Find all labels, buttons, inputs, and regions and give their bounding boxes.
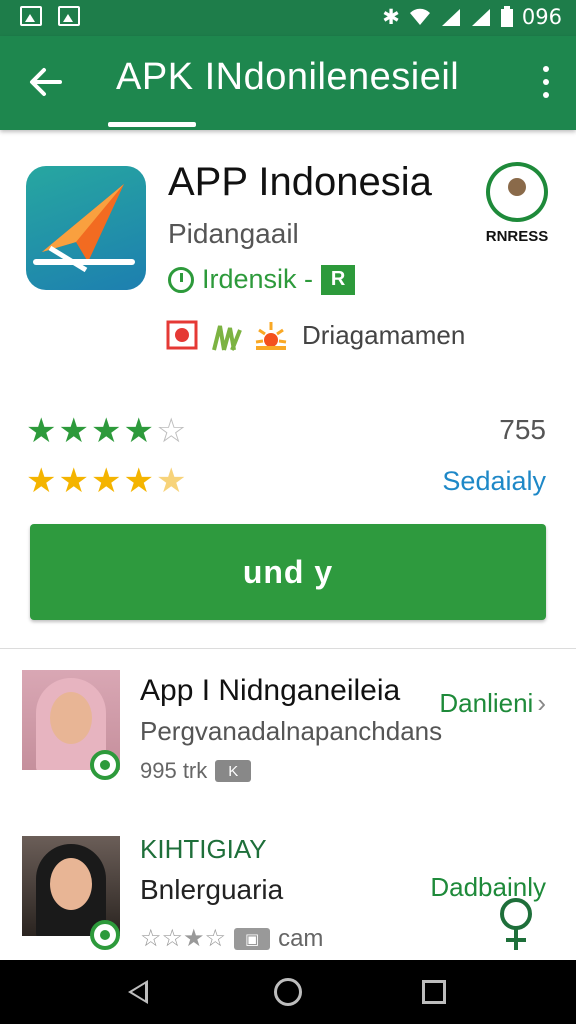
battery-icon xyxy=(500,6,513,27)
award-badge: RNRESS xyxy=(484,162,550,248)
wifi-icon xyxy=(409,8,430,26)
signal-icon xyxy=(471,9,490,26)
photo-icon xyxy=(58,6,80,26)
list-item-meta-text: cam xyxy=(278,924,324,952)
tags-row: Driagamamen xyxy=(166,318,465,352)
category-label[interactable]: Irdensik - xyxy=(202,264,313,295)
status-time: 096 xyxy=(521,5,562,29)
online-status-icon xyxy=(90,750,120,780)
ratings-link[interactable]: Sedaialy xyxy=(442,466,546,497)
rating-stars-green: ★ ★ ★ ★ ☆ xyxy=(26,411,187,451)
list-item[interactable]: App I Nidnganeileia Pergvanadalnapanchda… xyxy=(0,664,576,804)
nav-recent-apps-icon[interactable] xyxy=(422,980,446,1004)
rating-count: 755 xyxy=(499,414,546,445)
list-item-title: App I Nidnganeileia xyxy=(140,674,401,707)
plant-icon xyxy=(212,325,242,351)
clock-icon xyxy=(168,266,194,293)
install-button[interactable]: und y xyxy=(30,524,546,620)
back-arrow-icon[interactable] xyxy=(26,62,66,102)
list-item[interactable]: KIHTIGIAY Bnlerguaria ☆☆★☆ ▣ cam Dadbain… xyxy=(0,830,576,970)
female-symbol-icon xyxy=(500,898,532,950)
sunburst-icon xyxy=(255,322,287,350)
page-title: APK INdonilenesieil xyxy=(116,56,460,98)
meta-badge: K xyxy=(215,760,252,782)
list-item-meta: ☆☆★☆ ▣ cam xyxy=(140,924,323,953)
list-item-subtitle: Pergvanadalnapanchdans xyxy=(140,716,443,746)
list-item-title: KIHTIGIAY xyxy=(140,834,267,864)
award-emblem-icon xyxy=(486,162,548,222)
app-name: APP Indonesia xyxy=(168,160,432,204)
camera-icon: ▣ xyxy=(234,927,271,950)
category-row: Irdensik - R xyxy=(168,264,356,295)
content-rating-badge: R xyxy=(321,264,356,295)
flag-icon xyxy=(166,320,198,350)
list-item-meta: 995 trk K xyxy=(140,758,252,784)
list-item-meta-text: 995 trk xyxy=(140,758,208,783)
more-options-icon[interactable] xyxy=(542,66,550,98)
signal-icon xyxy=(441,9,460,26)
chevron-right-icon: › xyxy=(537,688,546,718)
rating-stars-yellow: ★ ★ ★ ★ ★ xyxy=(26,461,187,501)
active-tab-indicator xyxy=(108,122,196,127)
rating-stars-outline: ☆☆★☆ xyxy=(140,925,227,952)
tags-label: Driagamamen xyxy=(302,319,466,350)
nav-home-icon[interactable] xyxy=(274,978,302,1006)
online-status-icon xyxy=(90,920,120,950)
app-icon xyxy=(26,166,146,290)
list-item-subtitle: Bnlerguaria xyxy=(140,874,284,905)
nav-back-icon[interactable] xyxy=(128,980,148,1004)
image-icon xyxy=(20,6,42,26)
list-item-action[interactable]: Danlieni › xyxy=(439,688,546,719)
list-item-action-label: Danlieni xyxy=(439,688,534,718)
app-bar: APK INdonilenesieil xyxy=(0,36,576,130)
developer-name[interactable]: Pidangaail xyxy=(168,218,299,250)
award-label: RNRESS xyxy=(485,228,549,245)
system-navigation-bar xyxy=(0,960,576,1024)
status-bar: ✱ 096 xyxy=(0,0,576,36)
bluetooth-icon: ✱ xyxy=(382,5,400,29)
section-divider xyxy=(0,648,576,649)
